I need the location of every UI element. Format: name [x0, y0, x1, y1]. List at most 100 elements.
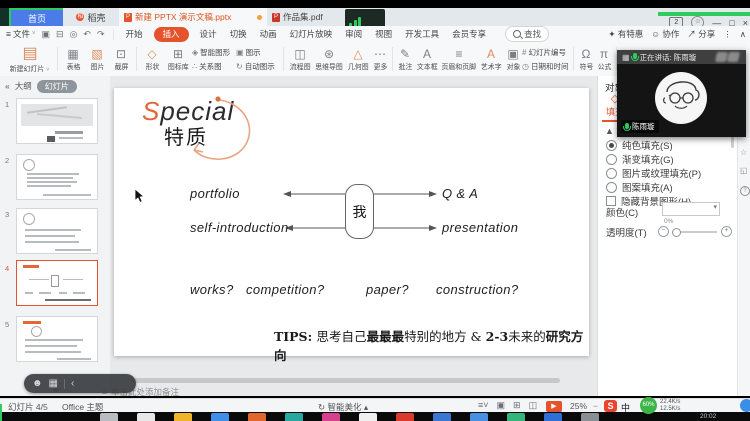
- transparency-slider[interactable]: [672, 227, 717, 237]
- radio-solid-fill[interactable]: 纯色填充(S): [606, 138, 673, 152]
- tab-home[interactable]: 首页: [11, 8, 63, 26]
- horizontal-scrollbar[interactable]: [114, 378, 589, 383]
- promo-button[interactable]: ✦ 有特惠: [608, 28, 643, 40]
- slide-number-button[interactable]: # 幻灯片编号: [522, 47, 570, 58]
- comment-button[interactable]: ✎ 批注: [396, 43, 414, 75]
- screenshot-button[interactable]: ⊡ 截屏: [109, 43, 133, 75]
- meeting-overlay-window[interactable]: ▦ 正在讲话: 陈雨璇 陈雨璇: [617, 50, 746, 137]
- date-time-button[interactable]: ◷ 日期和时间: [522, 61, 570, 72]
- sogou-ime-icon[interactable]: S: [604, 400, 617, 412]
- ime-language-indicator[interactable]: 中: [621, 401, 630, 414]
- find-button[interactable]: 查找: [505, 26, 550, 42]
- object-button[interactable]: ▣ 对象: [504, 43, 522, 75]
- save-icon[interactable]: ▣: [42, 29, 51, 40]
- label-construction[interactable]: construction?: [436, 282, 519, 297]
- slide-thumbnail-1[interactable]: [16, 98, 98, 144]
- collapse-ribbon-icon[interactable]: ∧: [740, 29, 746, 40]
- radio-pattern-fill[interactable]: 图案填充(A): [606, 180, 673, 194]
- tab-document-active[interactable]: P 新建 PPTX 演示文稿.pptx: [119, 8, 267, 26]
- tab-outline[interactable]: 大纲: [15, 80, 32, 92]
- tips-line[interactable]: TIPS: 思考自己最最最特别的地方 & 2-3未来的研究方向: [274, 326, 584, 364]
- slide-thumbnail-5[interactable]: [16, 316, 98, 362]
- editing-canvas[interactable]: Special 特质 portfolio self-introduction 我: [102, 76, 597, 397]
- taskbar-app-icon[interactable]: [137, 413, 155, 421]
- zoom-out-icon[interactable]: −: [593, 401, 598, 411]
- tab-insert-active[interactable]: 插入: [153, 26, 189, 42]
- tab-animation[interactable]: 动画: [258, 27, 279, 41]
- keyboard-icon[interactable]: ▦: [49, 374, 58, 393]
- windows-taskbar[interactable]: 20:02: [0, 412, 750, 421]
- taskbar-app-icon[interactable]: [581, 413, 599, 421]
- tab-view[interactable]: 视图: [373, 27, 394, 41]
- color-dropdown[interactable]: [662, 202, 720, 216]
- help-icon[interactable]: ?: [740, 186, 750, 196]
- slider-handle[interactable]: [672, 227, 681, 237]
- sorter-view-icon[interactable]: ⊞: [513, 400, 521, 411]
- tab-member[interactable]: 会员专享: [450, 27, 488, 41]
- tab-start[interactable]: 开始: [124, 27, 145, 41]
- radio-picture-fill[interactable]: 图片或纹理填充(P): [606, 166, 701, 180]
- taskbar-app-icon[interactable]: [433, 413, 451, 421]
- tab-design[interactable]: 设计: [198, 27, 219, 41]
- taskbar-app-icon[interactable]: [285, 413, 303, 421]
- tray-app-icon[interactable]: [740, 399, 750, 412]
- print-icon[interactable]: ⊟: [56, 29, 64, 40]
- picture-button[interactable]: ▧ 图片: [85, 43, 109, 75]
- slide-page[interactable]: Special 特质 portfolio self-introduction 我: [114, 88, 589, 363]
- collaborate-button[interactable]: ☺ 协作: [651, 28, 679, 40]
- slideshow-play-button[interactable]: ▶: [546, 400, 562, 412]
- slide-thumbnail-4-selected[interactable]: [16, 260, 98, 306]
- taskbar-app-icon[interactable]: [396, 413, 414, 421]
- slide-thumbnail-2[interactable]: [16, 154, 98, 200]
- smartart-button[interactable]: ◈ 智能图形: [192, 47, 236, 58]
- collapse-panel-button[interactable]: «: [5, 81, 10, 91]
- star-icon[interactable]: ☆: [740, 148, 747, 157]
- label-paper[interactable]: paper?: [366, 282, 409, 297]
- redo-icon[interactable]: ↷: [97, 29, 105, 40]
- more-button[interactable]: ⋯ 更多: [371, 43, 389, 75]
- auto-diagram-button[interactable]: ↻ 自动图示: [236, 61, 280, 72]
- label-presentation[interactable]: presentation: [442, 220, 518, 235]
- tab-slides-active[interactable]: 幻灯片: [36, 79, 77, 93]
- wordart-button[interactable]: A 艺术字: [478, 43, 504, 75]
- scrollbar-thumb[interactable]: [130, 378, 560, 383]
- tab-docer[interactable]: 稻 稻壳: [63, 8, 119, 26]
- label-qa[interactable]: Q & A: [442, 186, 478, 201]
- taskbar-app-icon[interactable]: [248, 413, 266, 421]
- layout-icon[interactable]: ◱: [740, 166, 748, 175]
- meeting-titlebar[interactable]: ▦ 正在讲话: 陈雨璇: [617, 50, 746, 64]
- label-self-introduction[interactable]: self-introduction: [190, 220, 289, 235]
- geometry-button[interactable]: △ 几何图: [345, 43, 371, 75]
- taskbar-app-icon[interactable]: [211, 413, 229, 421]
- label-portfolio[interactable]: portfolio: [190, 186, 240, 201]
- taskbar-app-icon[interactable]: [507, 413, 525, 421]
- taskbar-app-icon[interactable]: [470, 413, 488, 421]
- taskbar-app-icon[interactable]: [100, 413, 118, 421]
- tab-devtools[interactable]: 开发工具: [403, 27, 441, 41]
- textbox-button[interactable]: A 文本框: [414, 43, 440, 75]
- shapes-button[interactable]: ◇ 形状: [140, 43, 164, 75]
- tab-transition[interactable]: 切换: [228, 27, 249, 41]
- tab-review[interactable]: 审阅: [343, 27, 364, 41]
- diagram-button[interactable]: ▣ 图示: [236, 47, 280, 58]
- ime-toolbar[interactable]: ☻ ▦ ‹: [24, 374, 136, 393]
- slide-thumbnail-3[interactable]: [16, 208, 98, 254]
- label-competition[interactable]: competition?: [246, 282, 325, 297]
- taskbar-app-icon[interactable]: [359, 413, 377, 421]
- reading-view-icon[interactable]: ◫: [529, 400, 538, 411]
- header-footer-button[interactable]: ≡ 页眉和页脚: [440, 43, 478, 75]
- icon-library-button[interactable]: ⊞ 图标库: [164, 43, 192, 75]
- meeting-video-area[interactable]: 陈雨璇: [617, 64, 746, 137]
- transparency-plus-button[interactable]: +: [721, 226, 732, 237]
- taskbar-app-icon[interactable]: [544, 413, 562, 421]
- transparency-minus-button[interactable]: −: [658, 226, 669, 237]
- relation-chart-button[interactable]: ∴ 关系图: [192, 61, 236, 72]
- center-me-shape[interactable]: 我: [345, 184, 374, 239]
- normal-view-icon[interactable]: ▣: [497, 400, 506, 411]
- collapse-left-icon[interactable]: ‹: [71, 374, 74, 393]
- notes-toggle-icon[interactable]: ≡˅: [478, 400, 489, 411]
- share-button[interactable]: ↗ 分享: [687, 28, 715, 40]
- label-works[interactable]: works?: [190, 282, 234, 297]
- preview-icon[interactable]: ◎: [70, 29, 78, 40]
- tab-slideshow[interactable]: 幻灯片放映: [288, 27, 335, 41]
